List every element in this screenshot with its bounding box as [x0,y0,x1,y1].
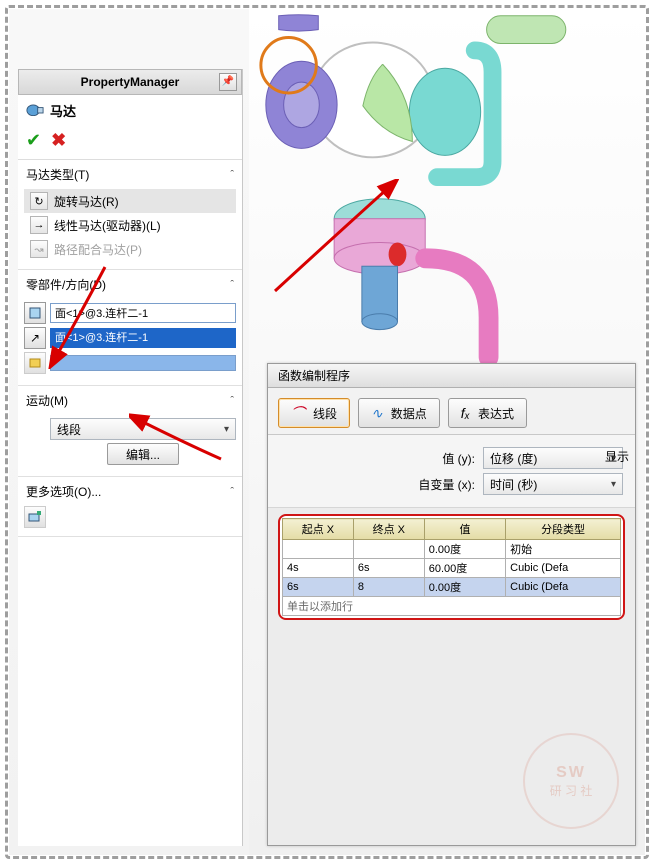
watermark-text: 研 习 社 [550,782,593,799]
add-row[interactable]: 单击以添加行 [283,597,621,616]
collapse-icon[interactable]: ˆ [230,486,234,498]
ivar-x-select[interactable]: 时间 (秒) [483,473,623,495]
fb-title-bar[interactable]: 函数编制程序 [268,364,635,388]
select-value: 时间 (秒) [490,476,537,493]
motor-type-label: 线性马达(驱动器)(L) [54,217,161,234]
property-manager-panel: PropertyManager 📌 马达 ✔ ✖ 马达类型(T) ˆ ↻ 旋转马达(… [18,69,243,846]
expression-icon: fₓ [461,405,470,421]
select-value: 位移 (度) [490,450,537,467]
reverse-dir-button[interactable]: ↗ [24,327,46,349]
table-row[interactable]: 4s6s60.00度Cubic (Defa [283,559,621,578]
linear-icon: → [30,216,48,234]
segments-table[interactable]: 起点 X 终点 X 值 分段类型 0.00度初始 4s6s60.00度Cubic… [282,518,621,616]
section-motion-title: 运动(M) [26,392,68,409]
tab-label: 表达式 [478,405,514,422]
col-end-x[interactable]: 终点 X [353,519,424,540]
motor-type-rotary[interactable]: ↻ 旋转马达(R) [24,189,236,213]
section-more-title: 更多选项(O)... [26,483,101,500]
tab-segments[interactable]: ⌒ 线段 [278,398,350,428]
table-row[interactable]: 6s80.00度Cubic (Defa [283,578,621,597]
function-builder-dialog: 函数编制程序 ⌒ 线段 ∿ 数据点 fₓ 表达式 值 (y): 位移 (度) 自变量 … [267,363,636,846]
motor-type-path: ↝ 路径配合马达(P) [24,237,236,261]
datapoints-icon: ∿ [371,405,383,422]
segments-table-wrap: 起点 X 终点 X 值 分段类型 0.00度初始 4s6s60.00度Cubic… [278,514,625,620]
collapse-icon[interactable]: ˆ [230,279,234,291]
edit-button[interactable]: 编辑... [107,443,179,465]
collapse-icon[interactable]: ˆ [230,169,234,181]
col-value[interactable]: 值 [424,519,505,540]
tab-label: 数据点 [391,405,427,422]
path-icon: ↝ [30,240,48,258]
section-motor-type-title: 马达类型(T) [26,166,89,183]
motion-type-select[interactable]: 线段 [50,418,236,440]
face1-input[interactable] [50,303,236,323]
collapse-icon[interactable]: ˆ [230,395,234,407]
ok-button[interactable]: ✔ [26,130,41,151]
tab-datapoints[interactable]: ∿ 数据点 [358,398,440,428]
ivar-x-label: 自变量 (x): [418,476,475,493]
value-y-select[interactable]: 位移 (度) [483,447,623,469]
more-icon[interactable] [24,506,46,528]
col-seg-type[interactable]: 分段类型 [506,519,621,540]
rotary-icon: ↻ [30,192,48,210]
display-label: 显示 [605,448,629,465]
motor-type-label: 路径配合马达(P) [54,241,142,258]
component-icon[interactable] [24,352,46,374]
watermark: SW 研 习 社 [523,733,619,829]
motion-type-value: 线段 [57,421,81,438]
motor-type-linear[interactable]: → 线性马达(驱动器)(L) [24,213,236,237]
cancel-button[interactable]: ✖ [51,130,66,151]
face-select-icon[interactable] [24,302,46,324]
segment-icon: ⌒ [291,403,305,423]
fb-title-text: 函数编制程序 [278,367,350,384]
value-y-label: 值 (y): [442,450,475,467]
pm-header-title: PropertyManager [81,75,180,89]
pin-icon[interactable]: 📌 [219,73,237,91]
color-swatch[interactable] [50,355,236,371]
tab-label: 线段 [313,405,337,422]
table-row[interactable]: 0.00度初始 [283,540,621,559]
motor-type-label: 旋转马达(R) [54,193,119,210]
face2-input[interactable]: 面<1>@3.连杆二-1 [50,328,236,348]
tab-expression[interactable]: fₓ 表达式 [448,398,527,428]
feature-title: 马达 [50,101,76,120]
pm-header: PropertyManager 📌 [18,69,242,95]
section-comp-dir-title: 零部件/方向(D) [26,276,106,293]
col-start-x[interactable]: 起点 X [283,519,354,540]
watermark-sw: SW [556,764,586,782]
motor-icon [26,104,44,118]
